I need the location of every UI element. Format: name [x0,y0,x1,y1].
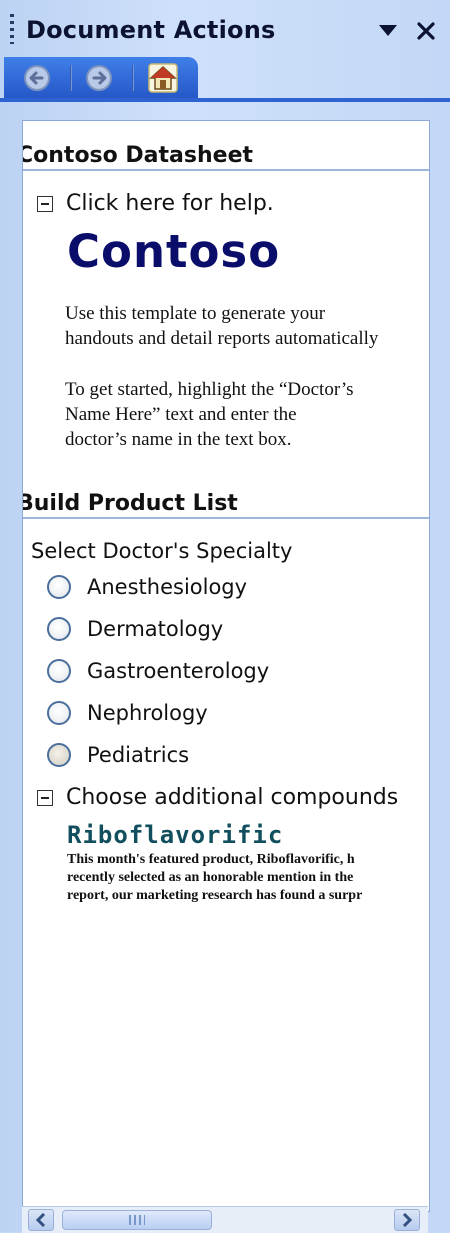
radio-label: Dermatology [87,617,224,641]
help-toggle-label: Click here for help. [66,191,274,216]
chevron-right-icon [402,1213,413,1227]
help-paragraph-1: Use this template to generate your hando… [65,301,429,351]
help-line: Use this template to generate your [65,303,326,324]
description-line: report, our marketing research has found… [67,888,363,903]
section-heading-product-list: Build Product List [22,491,238,516]
radio-label: Nephrology [87,701,208,725]
help-line: doctor’s name in the text box. [65,429,292,450]
help-paragraph-2: To get started, highlight the “Doctor’s … [65,377,429,452]
back-button[interactable] [20,61,54,95]
radio-button[interactable] [47,617,71,641]
toolbar-separator [70,65,72,91]
horizontal-scrollbar[interactable] [22,1206,428,1233]
section-divider [23,169,429,171]
radio-gastroenterology[interactable]: Gastroenterology [47,659,269,683]
dropdown-arrow-icon[interactable] [372,14,404,48]
radio-dermatology[interactable]: Dermatology [47,617,223,641]
drag-grip-icon[interactable] [10,14,14,44]
radio-pediatrics[interactable]: Pediatrics [47,743,189,767]
radio-button[interactable] [47,743,71,767]
description-line: This month's featured product, Riboflavo… [67,852,355,867]
back-arrow-icon [24,65,50,91]
scroll-right-button[interactable] [394,1209,420,1231]
help-toggle[interactable]: Click here for help. [37,191,274,216]
close-icon[interactable] [410,14,442,48]
toolbar-separator [132,65,134,91]
radio-label: Pediatrics [87,743,190,767]
specialty-prompt: Select Doctor's Specialty [31,539,293,563]
forward-arrow-icon [86,65,112,91]
collapse-icon [37,195,53,212]
scroll-left-button[interactable] [28,1209,54,1231]
radio-label: Gastroenterology [87,659,270,683]
grip-icon [129,1215,145,1225]
radio-anesthesiology[interactable]: Anesthesiology [47,575,247,599]
help-line: To get started, highlight the “Doctor’s [65,379,354,400]
section-divider [23,517,429,519]
navigation-toolbar [4,57,198,99]
toolbar-underline [0,98,450,102]
radio-button[interactable] [47,575,71,599]
pane-title: Document Actions [26,16,276,44]
help-line: handouts and detail reports automaticall… [65,328,379,349]
featured-product-name: Riboflavorific [67,821,284,849]
collapse-icon [37,789,53,806]
forward-button[interactable] [82,61,116,95]
task-pane-content: Contoso Datasheet Click here for help. C… [22,120,430,1212]
help-line: Name Here” text and enter the [65,404,297,425]
document-actions-pane: Document Actions Contoso Datasheet Click… [0,0,450,1233]
section-heading-datasheet: Contoso Datasheet [22,143,254,168]
featured-product-description: This month's featured product, Riboflavo… [67,851,429,905]
description-line: recently selected as an honorable mentio… [67,870,354,885]
home-button[interactable] [146,61,180,95]
contoso-logo: Contoso [67,225,281,278]
radio-label: Anesthesiology [87,575,248,599]
scrollbar-thumb[interactable] [62,1210,212,1230]
pane-title-bar: Document Actions [0,0,450,62]
chevron-left-icon [35,1213,46,1227]
radio-button[interactable] [47,701,71,725]
compounds-toggle[interactable]: Choose additional compounds [37,785,398,810]
radio-nephrology[interactable]: Nephrology [47,701,208,725]
radio-button[interactable] [47,659,71,683]
home-icon [148,63,178,93]
compounds-toggle-label: Choose additional compounds [66,785,399,810]
